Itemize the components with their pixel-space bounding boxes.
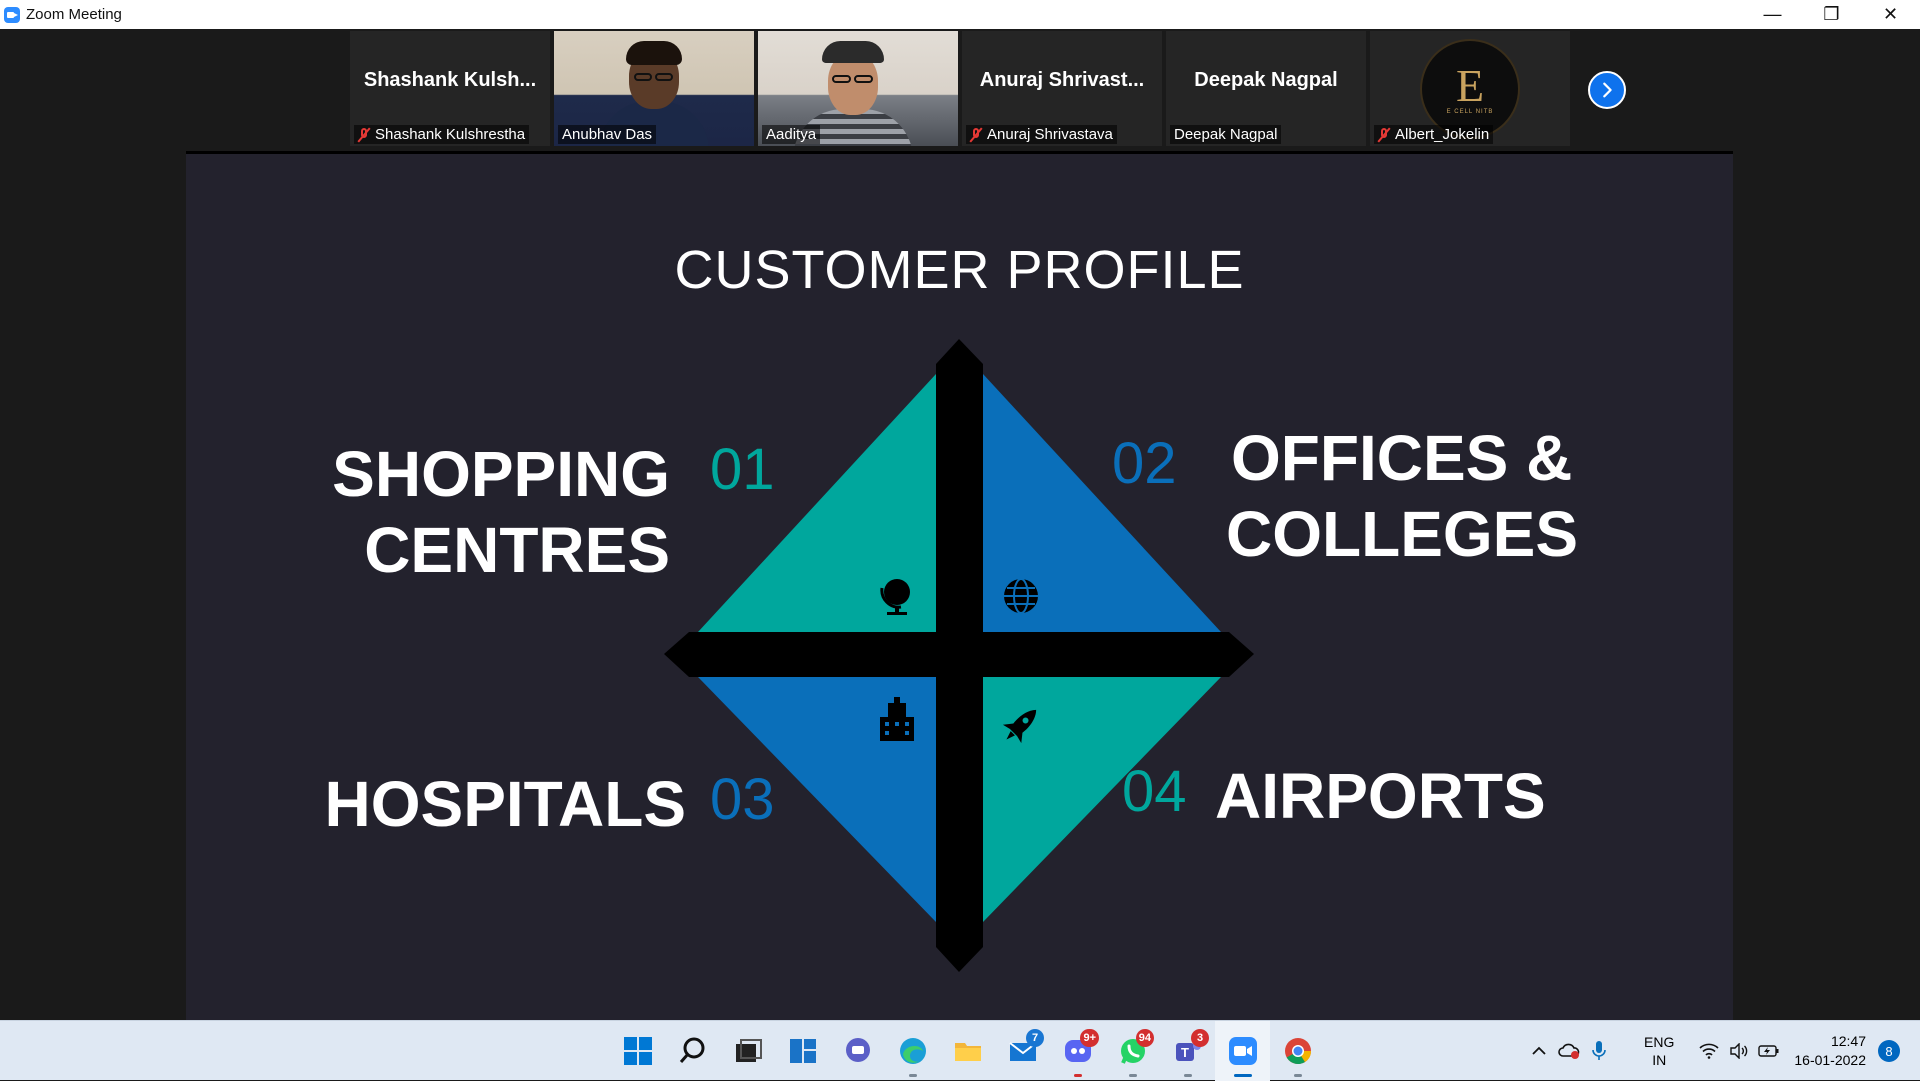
next-participants-button[interactable] xyxy=(1588,71,1626,109)
taskbar-mail[interactable]: 7 xyxy=(995,1021,1050,1081)
chat-button[interactable] xyxy=(830,1021,885,1081)
svg-text:T: T xyxy=(1181,1045,1189,1060)
widgets-icon xyxy=(789,1039,816,1063)
taskbar-edge[interactable] xyxy=(885,1021,940,1081)
participant-name-display: Shashank Kulsh... xyxy=(363,69,537,91)
participant-label: Deepak Nagpal xyxy=(1170,125,1282,144)
customer-profile-diagram xyxy=(664,339,1254,972)
profile-logo: E E CELL NITB xyxy=(1420,39,1520,139)
whatsapp-badge: 94 xyxy=(1135,1029,1154,1047)
quadrant-04-label: AIRPORTS xyxy=(1215,760,1546,832)
speaker-icon xyxy=(1730,1043,1748,1059)
taskbar-apps: 7 9+ 94 T 3 xyxy=(610,1021,1325,1081)
wifi-icon xyxy=(1699,1043,1719,1059)
participant-tile[interactable]: Aaditya xyxy=(758,31,958,146)
participant-name-display: Anuraj Shrivast... xyxy=(979,69,1145,91)
taskbar-chrome[interactable] xyxy=(1270,1021,1325,1081)
window-controls: — ❐ ✕ xyxy=(1743,0,1920,29)
notification-badge[interactable]: 8 xyxy=(1878,1040,1900,1062)
quadrant-04-number: 04 xyxy=(1122,759,1187,824)
participant-label: Anuraj Shrivastava xyxy=(966,125,1117,144)
onedrive-button[interactable] xyxy=(1554,1036,1584,1066)
folder-icon xyxy=(954,1043,981,1061)
quadrant-02-label: OFFICES & COLLEGES xyxy=(1226,422,1579,570)
battery-icon xyxy=(1758,1045,1779,1057)
close-button[interactable]: ✕ xyxy=(1861,0,1920,29)
clock-date: 16-01-2022 xyxy=(1794,1052,1866,1068)
quadrant-03-label: HOSPITALS xyxy=(324,768,687,840)
discord-badge: 9+ xyxy=(1080,1029,1099,1047)
participant-tile[interactable]: E E CELL NITB Albert_Jokelin xyxy=(1370,31,1570,146)
participant-strip: Shashank Kulsh... Shashank Kulshrestha A… xyxy=(350,31,1570,148)
zoom-app-icon xyxy=(4,6,20,23)
cross-horizontal xyxy=(664,632,1254,677)
cloud-icon xyxy=(1558,1043,1580,1059)
taskbar-discord[interactable]: 9+ xyxy=(1050,1021,1105,1081)
participant-name: Deepak Nagpal xyxy=(1174,126,1278,143)
participant-tile[interactable]: Deepak Nagpal Deepak Nagpal xyxy=(1166,31,1366,146)
taskbar-teams[interactable]: T 3 xyxy=(1160,1021,1215,1081)
battery-button[interactable] xyxy=(1754,1036,1784,1066)
restore-button[interactable]: ❐ xyxy=(1802,0,1861,29)
edge-icon xyxy=(899,1038,926,1064)
volume-button[interactable] xyxy=(1724,1036,1754,1066)
mail-badge: 7 xyxy=(1026,1029,1044,1047)
chevron-up-icon xyxy=(1532,1046,1546,1055)
chrome-icon xyxy=(1284,1038,1311,1065)
participant-name: Aaditya xyxy=(766,126,817,143)
quadrant-03-number: 03 xyxy=(710,767,775,832)
title-bar: Zoom Meeting — ❐ ✕ xyxy=(0,0,1920,29)
clock[interactable]: 12:47 16-01-2022 xyxy=(1794,1032,1866,1070)
participant-name-display: Deepak Nagpal xyxy=(1194,69,1338,91)
quadrant-01-label: SHOPPING CENTRES xyxy=(332,438,670,586)
quadrant-01-number: 01 xyxy=(710,437,775,502)
show-hidden-icons-button[interactable] xyxy=(1524,1036,1554,1066)
participant-tile-active-speaker[interactable]: Anubhav Das xyxy=(554,31,754,146)
participant-tile[interactable]: Shashank Kulsh... Shashank Kulshrestha xyxy=(350,31,550,146)
participant-label: Aaditya xyxy=(762,125,821,144)
participant-name: Albert_Jokelin xyxy=(1395,126,1490,143)
teams-badge: 3 xyxy=(1191,1029,1209,1047)
taskbar-file-explorer[interactable] xyxy=(940,1021,995,1081)
meeting-area: Shashank Kulsh... Shashank Kulshrestha A… xyxy=(0,29,1920,1020)
search-icon xyxy=(679,1037,704,1063)
participant-name: Anuraj Shrivastava xyxy=(987,126,1113,143)
wifi-button[interactable] xyxy=(1694,1036,1724,1066)
widgets-button[interactable] xyxy=(775,1021,830,1081)
globe-icon xyxy=(1004,578,1038,614)
task-view-icon xyxy=(735,1039,762,1062)
task-view-button[interactable] xyxy=(720,1021,775,1081)
microphone-button[interactable] xyxy=(1584,1036,1614,1066)
participant-name: Shashank Kulshrestha xyxy=(375,126,526,143)
participant-name: Anubhav Das xyxy=(562,126,653,143)
participant-label: Albert_Jokelin xyxy=(1374,125,1494,144)
start-button[interactable] xyxy=(610,1021,665,1081)
quadrant-02-number: 02 xyxy=(1112,431,1177,496)
mic-muted-icon xyxy=(358,127,370,142)
microphone-icon xyxy=(1592,1041,1606,1060)
minimize-button[interactable]: — xyxy=(1743,0,1802,29)
shared-screen-slide: CUSTOMER PROFILE SHOPPING CENTRES 01 02 … xyxy=(186,151,1733,1020)
mic-muted-icon xyxy=(970,127,982,142)
clock-time: 12:47 xyxy=(1830,1033,1866,1049)
windows-start-icon xyxy=(623,1037,652,1065)
taskbar-whatsapp[interactable]: 94 xyxy=(1105,1021,1160,1081)
system-tray: ENG IN 12:47 16-01-2022 8 xyxy=(1524,1021,1920,1081)
window-title: Zoom Meeting xyxy=(26,6,122,23)
chat-icon xyxy=(845,1038,870,1062)
mic-muted-icon xyxy=(1378,127,1390,142)
chevron-right-icon xyxy=(1603,82,1612,98)
language-indicator[interactable]: ENG IN xyxy=(1644,1033,1674,1069)
participant-tile[interactable]: Anuraj Shrivast... Anuraj Shrivastava xyxy=(962,31,1162,146)
participant-label: Shashank Kulshrestha xyxy=(354,125,530,144)
taskbar: 7 9+ 94 T 3 ENG IN 12:47 16-01-2022 8 xyxy=(0,1020,1920,1081)
zoom-icon xyxy=(1228,1037,1257,1065)
taskbar-zoom[interactable] xyxy=(1215,1021,1270,1081)
participant-label: Anubhav Das xyxy=(558,125,657,144)
search-button[interactable] xyxy=(665,1021,720,1081)
